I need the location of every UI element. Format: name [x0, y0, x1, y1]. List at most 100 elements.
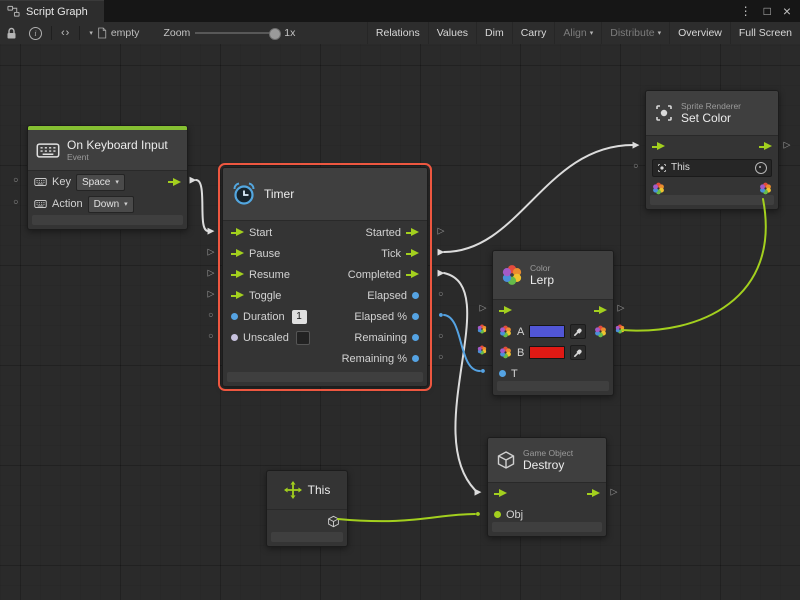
flow-out-port[interactable] [168, 178, 181, 187]
flow-in-port[interactable] [652, 142, 665, 151]
node-header: On Keyboard Input Event [28, 130, 187, 171]
graph-selector[interactable]: ▾ empty [83, 27, 145, 39]
port-marker[interactable]: ▷ [208, 269, 215, 278]
color-swatch-a[interactable] [529, 325, 565, 338]
timer-output-completed: Completed [342, 264, 419, 285]
port-marker[interactable]: ▶ [633, 141, 640, 150]
flow-in-port[interactable] [231, 249, 244, 258]
port-marker[interactable]: ○ [208, 311, 213, 320]
window-menu-icon[interactable]: ⋮ [740, 5, 752, 17]
node-timer[interactable]: Timer Start Pause Resume Toggle [222, 167, 428, 387]
color-port-marker[interactable] [477, 324, 487, 334]
flow-out-port[interactable] [406, 249, 419, 258]
object-port[interactable] [494, 511, 501, 518]
port-marker[interactable]: ○ [438, 353, 443, 362]
color-port-marker[interactable] [477, 345, 487, 355]
info-icon[interactable]: i [23, 22, 48, 44]
port-marker[interactable]: ▷ [208, 248, 215, 257]
color-port-icon[interactable] [499, 325, 512, 338]
caret-down-icon: ▾ [658, 29, 662, 37]
port-marker[interactable]: ▶ [438, 269, 445, 278]
port-marker[interactable]: ○ [13, 176, 18, 185]
flow-out-port[interactable] [406, 270, 419, 279]
timer-clock-icon [231, 181, 257, 207]
port-marker[interactable]: ▷ [784, 141, 791, 150]
port-marker[interactable]: ● [475, 510, 480, 519]
port-marker[interactable]: ○ [438, 332, 443, 341]
flow-in-port[interactable] [231, 270, 244, 279]
maximize-icon[interactable]: □ [764, 5, 771, 17]
port-marker[interactable]: ▷ [611, 488, 618, 497]
close-icon[interactable]: × [783, 4, 791, 18]
align-button[interactable]: Align ▾ [554, 22, 601, 44]
flow-in-port[interactable] [499, 306, 512, 315]
port-marker[interactable]: ▷ [618, 304, 625, 313]
color-swatch-b[interactable] [529, 346, 565, 359]
flow-in-port[interactable] [494, 489, 507, 498]
port-marker[interactable]: ○ [633, 162, 638, 171]
chevrons-icon[interactable]: ‹› [55, 22, 76, 44]
color-port-marker[interactable] [615, 324, 625, 334]
port-marker[interactable]: ▷ [208, 290, 215, 299]
key-dropdown[interactable]: Space ▾ [76, 174, 125, 191]
overview-button[interactable]: Overview [669, 22, 730, 44]
flow-out-port[interactable] [587, 489, 600, 498]
eyedropper-icon[interactable] [570, 324, 586, 339]
port-marker[interactable]: ▷ [480, 304, 487, 313]
port-label: Start [249, 227, 272, 239]
graph-name: empty [111, 27, 140, 39]
node-color-lerp[interactable]: Color Lerp A [492, 250, 614, 396]
unscaled-checkbox[interactable] [296, 331, 310, 345]
timer-input-resume: Resume [231, 264, 310, 285]
float-port[interactable] [499, 370, 506, 377]
slider-knob[interactable] [269, 28, 281, 40]
float-port[interactable] [412, 355, 419, 362]
carry-button[interactable]: Carry [512, 22, 555, 44]
values-button[interactable]: Values [428, 22, 476, 44]
object-picker-icon[interactable] [755, 162, 767, 174]
fullscreen-button[interactable]: Full Screen [730, 22, 800, 44]
duration-value-field[interactable]: 1 [292, 310, 307, 324]
zoom-slider[interactable] [195, 26, 279, 40]
flow-in-port[interactable] [231, 228, 244, 237]
port-marker[interactable]: ▶ [208, 227, 215, 236]
port-marker[interactable]: ▶ [438, 248, 445, 257]
tab-script-graph[interactable]: Script Graph [0, 0, 104, 22]
flow-out-port[interactable] [406, 228, 419, 237]
graph-canvas[interactable]: On Keyboard Input Event Key Space ▾ Acti… [0, 44, 800, 600]
float-port[interactable] [412, 292, 419, 299]
eyedropper-icon[interactable] [570, 345, 586, 360]
node-this[interactable]: This [266, 470, 348, 547]
float-port[interactable] [412, 334, 419, 341]
node-set-color[interactable]: Sprite Renderer Set Color This [645, 90, 779, 210]
color-port-icon[interactable] [652, 182, 665, 195]
distribute-button[interactable]: Distribute ▾ [601, 22, 669, 44]
lock-icon[interactable] [0, 22, 23, 44]
action-dropdown[interactable]: Down ▾ [88, 196, 134, 213]
node-destroy[interactable]: Game Object Destroy Obj [487, 437, 607, 537]
port-marker[interactable]: ▶ [475, 488, 482, 497]
float-port[interactable] [412, 313, 419, 320]
relations-button[interactable]: Relations [367, 22, 428, 44]
flow-out-port[interactable] [594, 306, 607, 315]
color-port-icon[interactable] [759, 182, 772, 195]
dim-button[interactable]: Dim [476, 22, 512, 44]
port-marker[interactable]: ▷ [438, 227, 445, 236]
float-port[interactable] [231, 313, 238, 320]
flow-out-port[interactable] [759, 142, 772, 151]
port-marker[interactable]: ○ [13, 198, 18, 207]
target-object-field[interactable]: This [652, 159, 772, 177]
port-marker[interactable]: ○ [438, 290, 443, 299]
color-out-port-icon[interactable] [594, 325, 607, 338]
color-port-icon[interactable] [499, 346, 512, 359]
key-value: Space [82, 177, 110, 188]
flow-in-port[interactable] [231, 291, 244, 300]
bool-port[interactable] [231, 334, 238, 341]
node-on-keyboard-input[interactable]: On Keyboard Input Event Key Space ▾ Acti… [27, 125, 188, 230]
game-object-port-icon[interactable] [327, 515, 340, 528]
port-marker[interactable]: ▶ [190, 176, 197, 185]
port-marker[interactable]: ○ [208, 332, 213, 341]
caret-down-icon: ▾ [89, 29, 93, 37]
port-marker[interactable]: ● [480, 367, 485, 376]
port-marker[interactable]: ● [438, 311, 443, 320]
